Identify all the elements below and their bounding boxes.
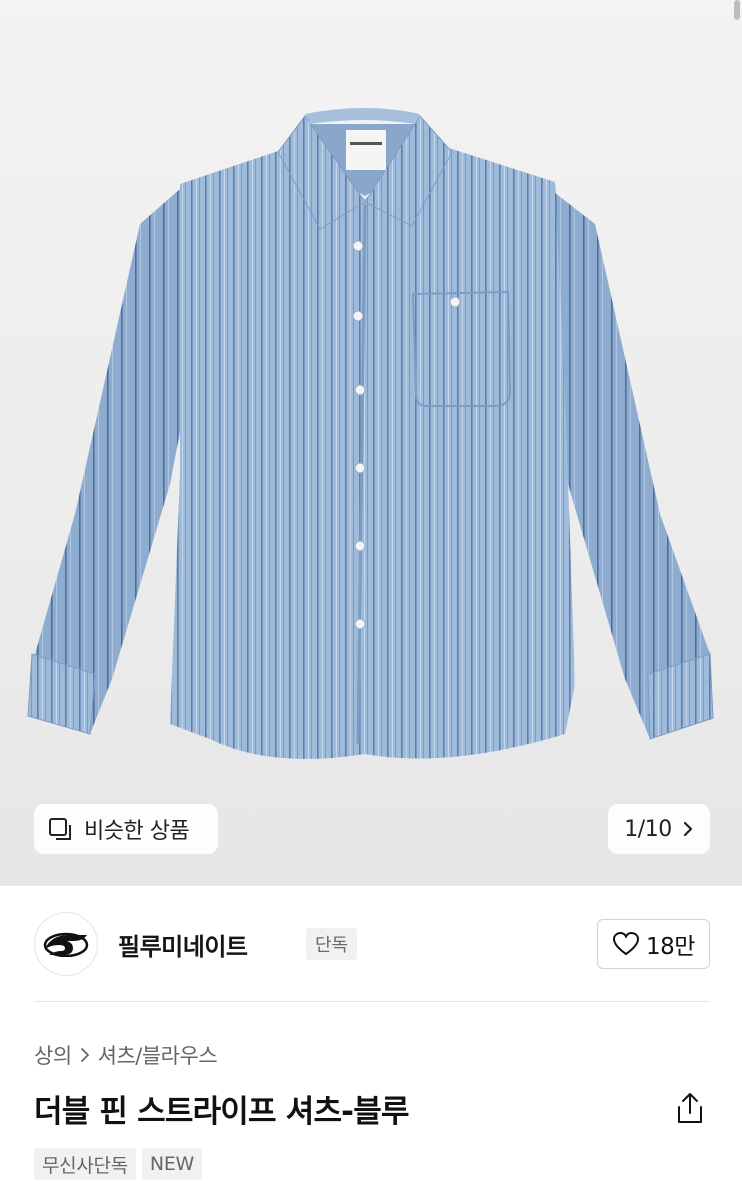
product-image xyxy=(27,108,714,759)
heart-icon xyxy=(613,931,640,956)
share-icon xyxy=(678,1093,702,1123)
like-button[interactable]: 18만 xyxy=(597,919,710,969)
product-title: 더블 핀 스트라이프 셔츠-블루 xyxy=(34,1094,409,1130)
share-button[interactable] xyxy=(672,1088,708,1128)
image-counter: 1/10 xyxy=(624,816,672,842)
image-counter-button[interactable]: 1/10 xyxy=(608,804,710,854)
similar-products-button[interactable]: 비슷한 상품 xyxy=(34,804,218,854)
breadcrumb-item-tops[interactable]: 상의 xyxy=(34,1040,72,1070)
similar-products-label: 비슷한 상품 xyxy=(84,819,190,844)
exclusive-badge: 단독 xyxy=(306,928,358,960)
product-image-gallery[interactable]: 비슷한 상품 1/10 xyxy=(0,0,742,886)
brand-row: 필루미네이트 단독 18만 xyxy=(34,912,710,976)
breadcrumb-item-shirts[interactable]: 셔츠/블라우스 xyxy=(98,1040,218,1070)
brand-name[interactable]: 필루미네이트 xyxy=(118,927,248,962)
brand-logo[interactable] xyxy=(34,912,98,976)
tag-new: NEW xyxy=(141,1148,203,1180)
similar-products-icon xyxy=(49,818,71,840)
like-count: 18만 xyxy=(646,934,695,960)
product-tags: 무신사단독 NEW xyxy=(34,1148,203,1180)
divider xyxy=(34,1001,710,1002)
chevron-right-icon xyxy=(683,821,692,837)
breadcrumb: 상의 셔츠/블라우스 xyxy=(34,1040,218,1070)
scrollbar[interactable] xyxy=(734,0,740,20)
chevron-right-icon xyxy=(80,1048,89,1062)
brand-logo-icon xyxy=(43,932,89,957)
tag-exclusive: 무신사단독 xyxy=(34,1148,136,1180)
